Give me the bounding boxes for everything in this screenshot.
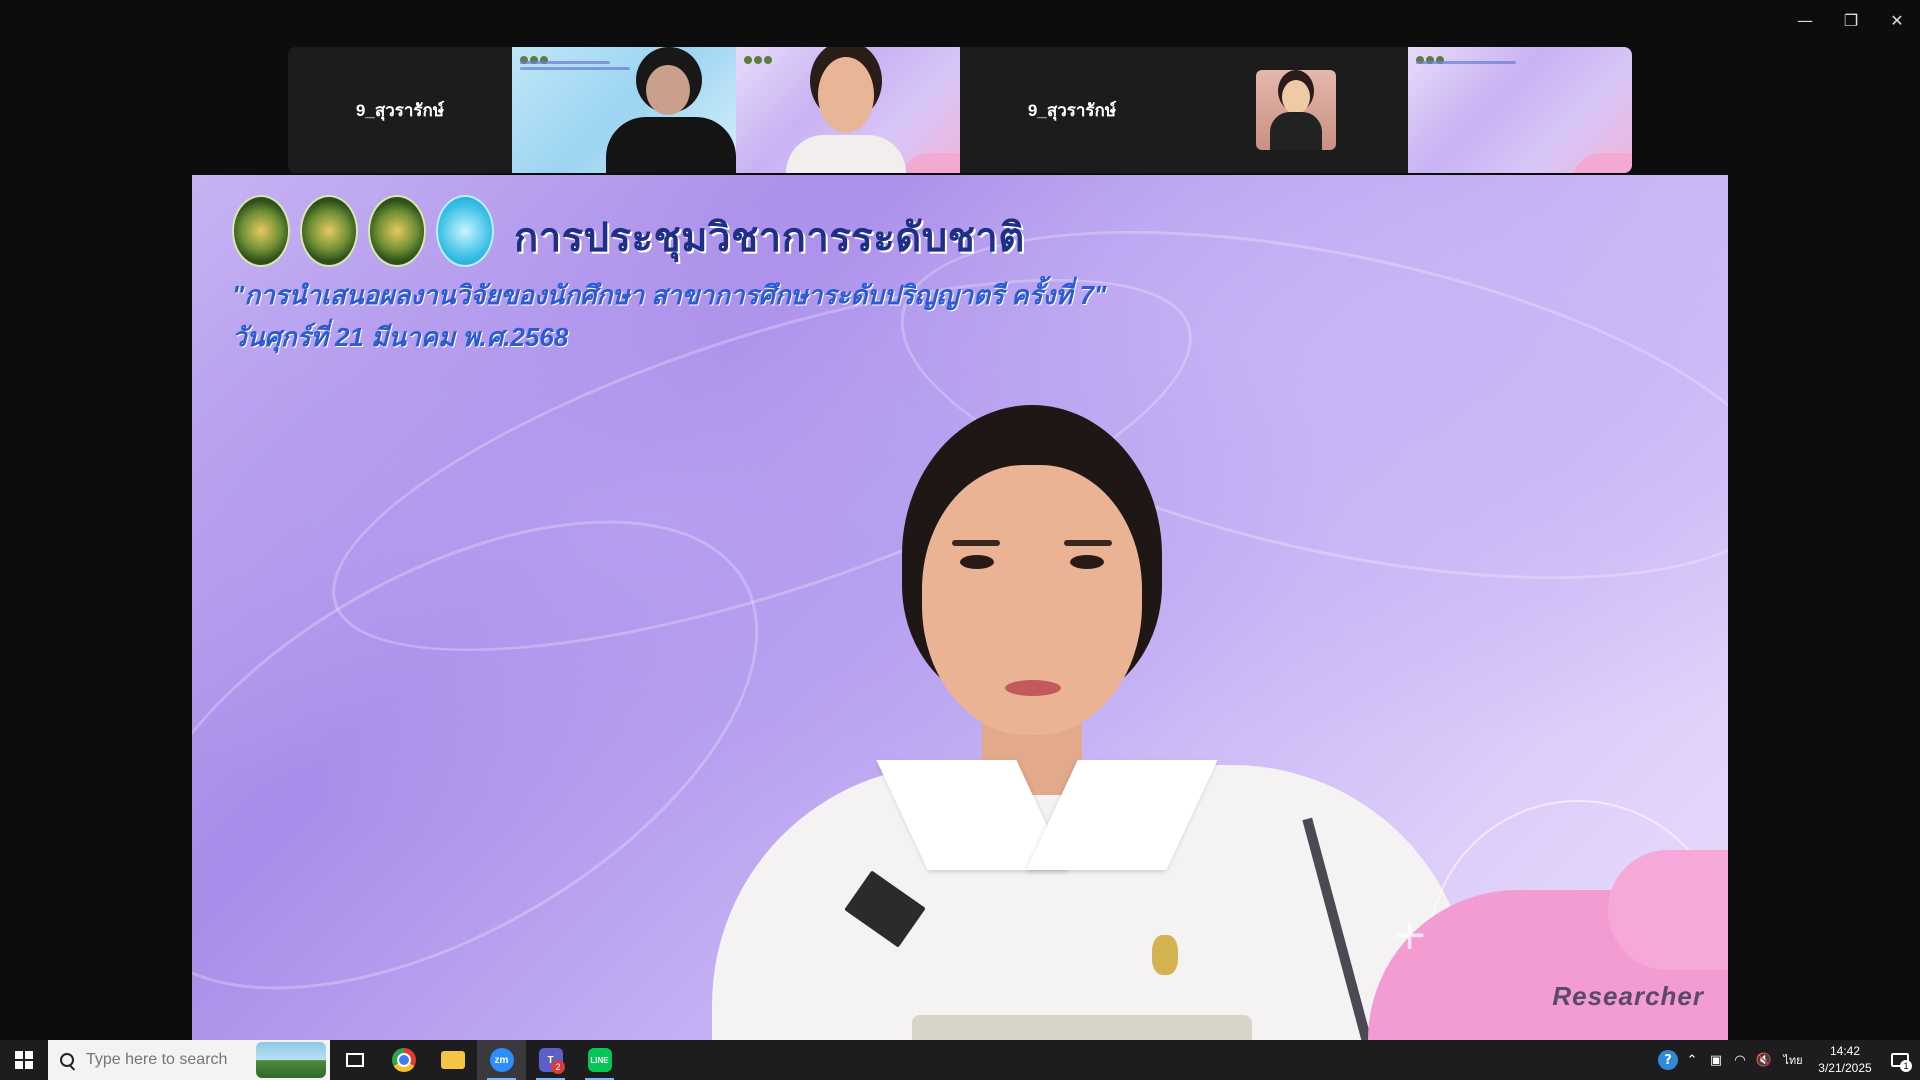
taskbar: zm T 2 LINE ? ⌃ ▣ ◠ 🔇 ไทย 14:42 3/21/202… — [0, 1040, 1920, 1080]
help-icon: ? — [1658, 1050, 1678, 1070]
participant-strip: 9_สุวรารักษ์ 9_สุวรารักษ์ — [288, 47, 1632, 173]
help-tray[interactable]: ? — [1656, 1040, 1680, 1080]
plus-icon: + — [1391, 909, 1428, 960]
mini-pink-shape — [1572, 153, 1632, 173]
slide-subtitle: "การนำเสนอผลงานวิจัยของนักศึกษา สาขาการศ… — [232, 280, 1107, 310]
participant-video-tile[interactable] — [512, 47, 736, 173]
presenter-lips — [1005, 680, 1061, 696]
window-controls: — ❐ ✕ — [1782, 0, 1920, 40]
presenter-brow — [1064, 540, 1112, 546]
task-view-button[interactable] — [330, 1040, 379, 1080]
university-seal-icon — [232, 195, 290, 267]
zoom-icon: zm — [489, 1048, 514, 1072]
close-icon[interactable]: ✕ — [1874, 0, 1920, 40]
task-view-icon — [345, 1053, 364, 1067]
presenter-eye — [1070, 555, 1104, 569]
volume-button[interactable]: 🔇 — [1752, 1040, 1776, 1080]
participant-person — [776, 47, 916, 173]
teams-badge: 2 — [551, 1060, 565, 1074]
participant-tile[interactable]: 9_สุวรารักษ์ — [960, 47, 1184, 173]
wifi-icon: ◠ — [1734, 1052, 1746, 1068]
wifi-button[interactable]: ◠ — [1728, 1040, 1752, 1080]
taskbar-app-line[interactable]: LINE — [575, 1040, 624, 1080]
windows-icon — [15, 1051, 33, 1069]
search-input[interactable] — [86, 1051, 256, 1069]
participant-video-tile[interactable] — [1408, 47, 1632, 173]
language-indicator[interactable]: ไทย — [1776, 1040, 1810, 1080]
mini-title-line — [1416, 61, 1516, 64]
participant-person — [606, 47, 736, 173]
start-button[interactable] — [0, 1040, 48, 1080]
restore-icon[interactable]: ❐ — [1828, 0, 1874, 40]
action-center-button[interactable]: 1 — [1880, 1040, 1920, 1080]
meet-now-button[interactable]: ▣ — [1704, 1040, 1728, 1080]
presenter-brow — [952, 540, 1000, 546]
clock-time: 14:42 — [1829, 1044, 1861, 1058]
faculty-logo-icon — [436, 195, 494, 267]
participant-name: 9_สุวรารักษ์ — [355, 100, 445, 120]
notification-count: 1 — [1900, 1060, 1912, 1072]
taskbar-app-zoom[interactable]: zm — [477, 1040, 526, 1080]
university-logos — [232, 195, 494, 267]
system-tray: ? ⌃ ▣ ◠ 🔇 ไทย 14:42 3/21/2025 1 — [1656, 1040, 1920, 1080]
zoom-meeting-window: — ❐ ✕ 9_สุวรารักษ์ 9_สุวรารักษ์ การประชุ… — [0, 0, 1920, 1080]
slide-date: วันศุกร์ที่ 21 มีนาคม พ.ศ.2568 — [232, 322, 569, 352]
university-seal-icon — [368, 195, 426, 267]
clock-date: 3/21/2025 — [1818, 1061, 1872, 1075]
slide-title: การประชุมวิชาการระดับชาติ — [514, 216, 1025, 260]
chrome-icon — [391, 1048, 416, 1072]
participant-video-tile[interactable] — [736, 47, 960, 173]
clock[interactable]: 14:42 3/21/2025 — [1810, 1040, 1880, 1080]
participant-tile[interactable] — [1184, 47, 1408, 173]
search-icon — [60, 1053, 74, 1067]
taskbar-search[interactable] — [48, 1040, 330, 1080]
profile-photo — [1256, 70, 1336, 150]
line-icon: LINE — [587, 1048, 612, 1072]
participant-tile[interactable]: 9_สุวรารักษ์ — [288, 47, 512, 173]
taskbar-app-teams[interactable]: T 2 — [526, 1040, 575, 1080]
meet-now-icon: ▣ — [1709, 1052, 1723, 1068]
university-seal-icon — [300, 195, 358, 267]
researcher-label: Researcher — [1552, 981, 1704, 1011]
university-pin — [1152, 935, 1178, 975]
taskbar-app-file-explorer[interactable] — [428, 1040, 477, 1080]
mini-title-line — [520, 61, 610, 64]
active-speaker-video[interactable]: การประชุมวิชาการระดับชาติ "การนำเสนอผลงา… — [192, 175, 1728, 1040]
mini-logos — [1416, 51, 1536, 64]
decorative-pink-shape — [1608, 850, 1728, 970]
presenter-eye — [960, 555, 994, 569]
participant-name: 9_สุวรารักษ์ — [1027, 100, 1117, 120]
search-highlight-image[interactable] — [256, 1042, 326, 1078]
chevron-up-icon: ⌃ — [1686, 1052, 1698, 1068]
laptop — [912, 1015, 1252, 1040]
taskbar-app-chrome[interactable] — [379, 1040, 428, 1080]
volume-muted-icon: 🔇 — [1755, 1052, 1773, 1068]
minimize-icon[interactable]: — — [1782, 0, 1828, 40]
folder-icon — [440, 1051, 465, 1069]
presenter — [712, 405, 1472, 1040]
show-hidden-icons-button[interactable]: ⌃ — [1680, 1040, 1704, 1080]
